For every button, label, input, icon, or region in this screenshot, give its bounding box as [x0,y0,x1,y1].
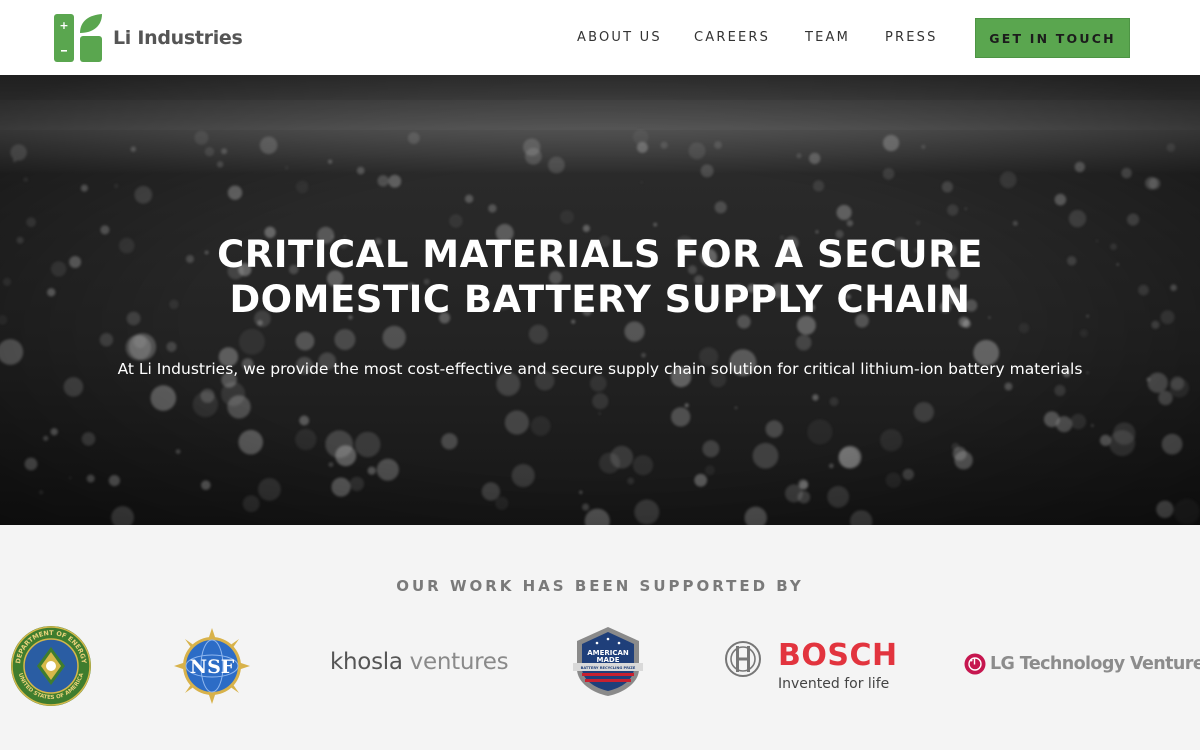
khosla-word: khosla [330,649,403,675]
made-label: MADE [597,656,620,664]
hero-title-line-1: CRITICAL MATERIALS FOR A SECURE [217,233,983,276]
nav-careers[interactable]: CAREERS [694,30,770,45]
get-in-touch-button[interactable]: GET IN TOUCH [975,18,1130,58]
ventures-word: ventures [409,649,509,675]
lg-face-icon [964,653,986,675]
bosch-tagline: Invented for life [778,676,890,692]
doe-seal-logo[interactable]: DEPARTMENT OF ENERGY UNITED STATES OF AM… [10,625,92,707]
nsf-label: NSF [190,656,235,678]
nsf-logo[interactable]: NSF [172,626,252,706]
nav-about-us[interactable]: ABOUT US [577,30,662,45]
bosch-armature-icon [725,641,761,677]
prize-label: BATTERY RECYCLING PRIZE [581,666,636,670]
bosch-logo[interactable]: BOSCH [778,638,898,673]
supporters-heading: OUR WORK HAS BEEN SUPPORTED BY [396,577,804,595]
hero-section: CRITICAL MATERIALS FOR A SECURE DOMESTIC… [0,75,1200,525]
nav-press[interactable]: PRESS [885,30,938,45]
hero-title-line-2: DOMESTIC BATTERY SUPPLY CHAIN [229,278,971,321]
site-header: + Li Industries ABOUT US CAREERS TEAM PR… [0,0,1200,75]
svg-text:+: + [59,19,68,32]
nav-team[interactable]: TEAM [805,30,850,45]
hero-subtitle: At Li Industries, we provide the most co… [117,360,1083,378]
khosla-ventures-logo[interactable]: khosla ventures [330,649,509,675]
logo-link[interactable]: + Li Industries [53,13,243,63]
battery-leaf-icon: + [54,14,102,62]
lg-technology-ventures-logo[interactable]: LG Technology Ventures [990,654,1200,674]
brand-name: Li Industries [113,27,243,49]
supporters-section: OUR WORK HAS BEEN SUPPORTED BY DEPARTMEN… [0,525,1200,750]
american-made-prize-logo[interactable]: AMERICAN MADE BATTERY RECYCLING PRIZE [573,625,643,697]
hero-title: CRITICAL MATERIALS FOR A SECURE DOMESTIC… [0,232,1200,322]
